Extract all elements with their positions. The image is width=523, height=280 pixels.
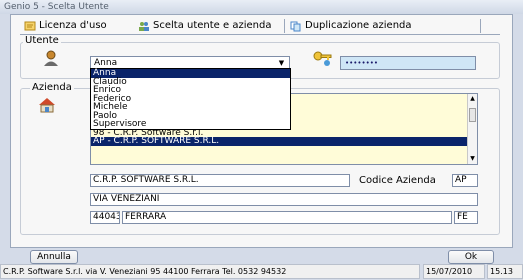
user-icon [42, 49, 60, 67]
company-name-field[interactable]: C.R.P. SOFTWARE S.R.L. [90, 174, 350, 187]
company-legend: Azienda [30, 82, 74, 93]
status-date: 15/07/2010 [423, 264, 485, 279]
scroll-thumb[interactable] [469, 108, 476, 122]
password-field[interactable]: •••••••• [340, 56, 476, 70]
status-company-info: C.R.P. Software S.r.l. via V. Veneziani … [0, 264, 420, 279]
tab-user-company-label: Scelta utente e azienda [153, 20, 272, 31]
dropdown-option[interactable]: Michele [91, 103, 290, 112]
duplicate-icon [290, 21, 302, 32]
key-icon [312, 50, 334, 68]
scroll-down-icon[interactable]: ▼ [469, 155, 476, 162]
tab-duplicate[interactable]: Duplicazione azienda [290, 18, 412, 34]
tab-divider [284, 19, 285, 33]
user-select-value: Anna [94, 58, 118, 68]
user-legend: Utente [23, 35, 61, 46]
company-code-label: Codice Azienda [359, 175, 436, 186]
user-dropdown-list[interactable]: Anna Claudio Enrico Federico Michele Pao… [90, 68, 291, 130]
scroll-up-icon[interactable]: ▲ [469, 95, 476, 102]
company-icon [38, 97, 56, 113]
license-icon [24, 21, 36, 32]
zip-field[interactable]: 44043 [90, 211, 120, 224]
tab-duplicate-label: Duplicazione azienda [305, 20, 412, 31]
list-item-selected[interactable]: AP - C.R.P. SOFTWARE S.R.L. [91, 137, 477, 146]
address-field[interactable]: VIA VENEZIANI [90, 193, 478, 206]
tab-user-company[interactable]: Scelta utente e azienda [138, 18, 272, 34]
list-scrollbar[interactable]: ▲ ▼ [467, 94, 477, 164]
tab-license-label: Licenza d'uso [39, 20, 107, 31]
chevron-down-icon[interactable]: ▼ [275, 58, 288, 68]
province-field[interactable]: FE [454, 211, 478, 224]
company-code-field[interactable]: AP [452, 174, 478, 187]
ok-button[interactable]: Ok [448, 250, 494, 264]
tab-underline [20, 34, 500, 35]
city-field[interactable]: FERRARA [122, 211, 452, 224]
cancel-button[interactable]: Annulla [30, 250, 78, 264]
tab-divider [480, 19, 481, 33]
status-time: 15.13 [487, 264, 523, 279]
tab-license[interactable]: Licenza d'uso [24, 18, 107, 34]
dropdown-option[interactable]: Supervisore [91, 120, 290, 129]
users-icon [138, 21, 150, 32]
window-title: Genio 5 - Scelta Utente [0, 0, 523, 14]
